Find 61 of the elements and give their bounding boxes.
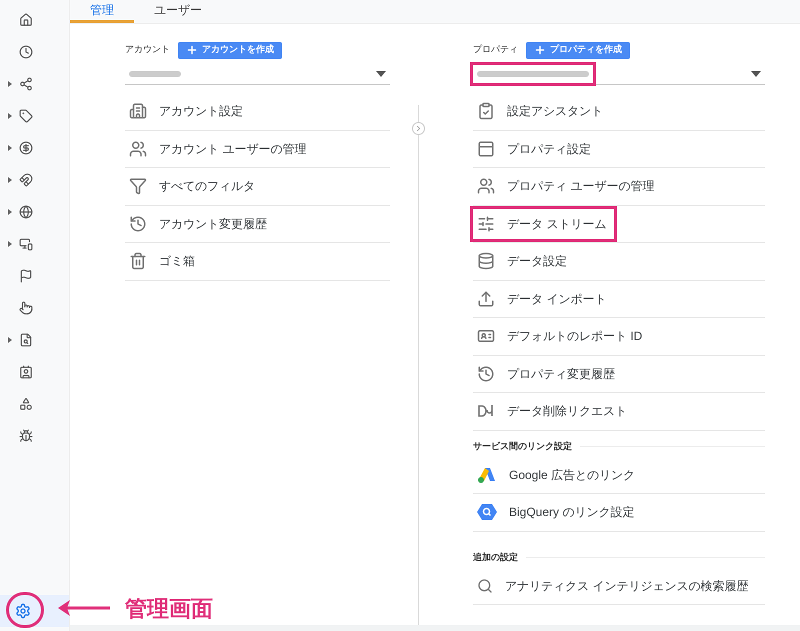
menu-item[interactable]: BigQuery のリンク設定 xyxy=(473,497,642,528)
tab[interactable]: 管理 xyxy=(70,0,134,23)
menu-item[interactable]: プロパティ変更履歴 xyxy=(473,358,623,389)
bigquery-logo-icon xyxy=(477,502,497,522)
menu-item[interactable]: プロパティ設定 xyxy=(473,134,599,164)
trash-icon xyxy=(129,252,147,270)
menu-item[interactable]: アカウント変更履歴 xyxy=(125,208,275,239)
menu-item[interactable]: データ設定 xyxy=(473,246,575,276)
tag-icon xyxy=(19,109,33,123)
history-icon xyxy=(477,364,495,383)
menu-item[interactable]: プロパティ ユーザーの管理 xyxy=(473,171,662,202)
database-icon xyxy=(477,252,495,270)
users-icon xyxy=(129,140,147,158)
column-label: アカウント xyxy=(125,43,170,56)
menu-item[interactable]: アカウント設定 xyxy=(125,96,251,126)
section-heading: サービス間のリンク設定 xyxy=(473,440,572,453)
magnet-icon xyxy=(19,173,33,187)
dollar-icon xyxy=(19,141,33,155)
plus-icon xyxy=(534,44,546,56)
highlighted-menu-item[interactable]: データ ストリーム xyxy=(473,208,614,239)
dropdown-caret-icon xyxy=(376,70,386,76)
menu-item[interactable]: データ削除リクエスト xyxy=(473,396,635,426)
report-search-icon xyxy=(19,333,33,347)
menu-item[interactable]: データ インポート xyxy=(473,284,614,314)
menu-item[interactable]: デフォルトのレポート ID xyxy=(473,321,650,352)
flag-icon xyxy=(19,269,33,283)
menu-item[interactable]: 設定アシスタント xyxy=(473,96,611,126)
window-icon xyxy=(477,140,495,158)
hand-pointer-icon xyxy=(19,301,33,315)
contact-list-icon xyxy=(19,365,33,379)
column-label: プロパティ xyxy=(473,43,518,56)
globe-icon xyxy=(19,205,33,219)
users-icon xyxy=(477,177,495,196)
menu-item[interactable]: アナリティクス インテリジェンスの検索履歴 xyxy=(473,570,756,601)
annotation-arrow xyxy=(56,598,112,618)
clipboard-check-icon xyxy=(477,102,495,120)
bug-icon xyxy=(19,429,33,443)
dropdown-caret-icon xyxy=(751,70,761,76)
shapes-icon xyxy=(19,397,33,411)
menu-item[interactable]: アカウント ユーザーの管理 xyxy=(125,134,314,164)
dd-icon xyxy=(477,405,495,418)
menu-item[interactable]: Google 広告とのリンク xyxy=(473,460,644,490)
branch-icon xyxy=(19,77,33,91)
plus-icon xyxy=(186,44,198,56)
history-icon xyxy=(129,214,147,233)
search-history-icon xyxy=(477,578,493,594)
upload-icon xyxy=(477,290,495,308)
section-heading: 追加の設定 xyxy=(473,550,518,564)
devices-icon xyxy=(19,237,33,251)
menu-item[interactable]: すべてのフィルタ xyxy=(125,171,263,202)
stream-icon xyxy=(477,214,495,233)
menu-item[interactable]: ゴミ箱 xyxy=(125,246,203,276)
filter-icon xyxy=(129,177,147,196)
settings-icon xyxy=(15,603,31,619)
tab[interactable]: ユーザー xyxy=(134,0,222,23)
home-icon xyxy=(19,13,33,27)
highlighted-select-field[interactable] xyxy=(473,63,765,85)
clock-icon xyxy=(19,45,33,59)
building-icon xyxy=(129,102,147,120)
blurred-account-name xyxy=(129,70,181,76)
annotation-text: 管理画面 xyxy=(125,595,213,623)
